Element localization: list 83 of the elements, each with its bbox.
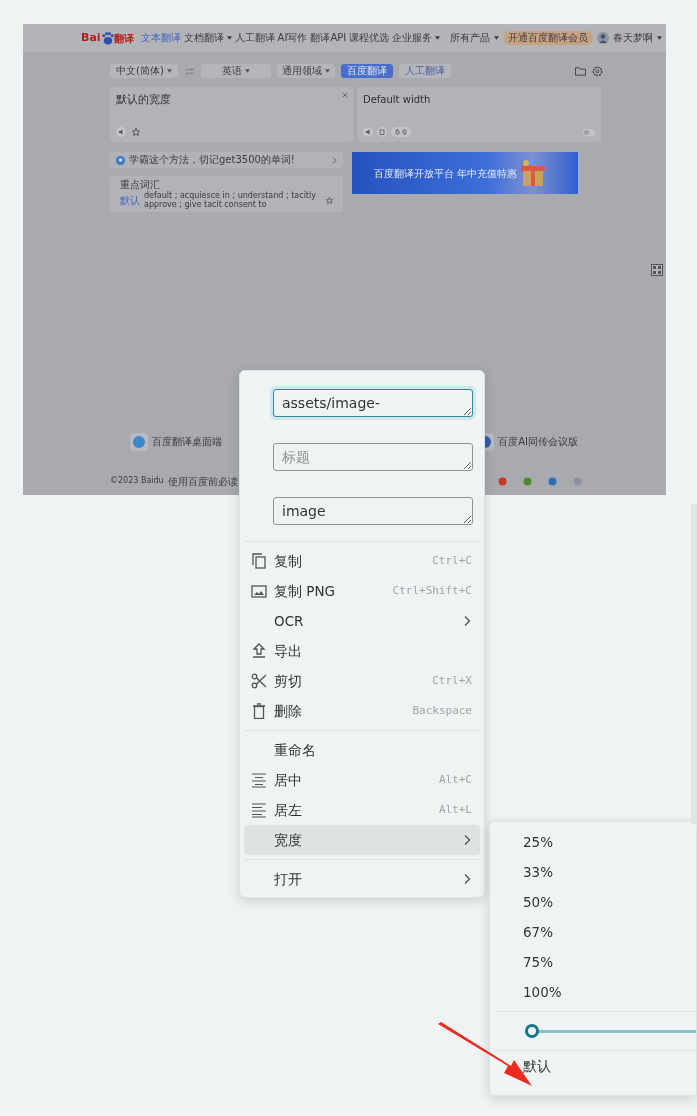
qr-code-icon[interactable] bbox=[651, 264, 663, 276]
input-field[interactable]: assets/image- bbox=[273, 389, 473, 417]
caret-icon[interactable] bbox=[226, 36, 232, 40]
align-center-icon bbox=[251, 772, 267, 788]
input-field[interactable]: 标题 bbox=[273, 443, 473, 471]
definition-tag: 默认 bbox=[120, 192, 140, 208]
app-icon[interactable] bbox=[130, 433, 148, 451]
copy-icon[interactable] bbox=[377, 127, 387, 137]
logo-text: Bai bbox=[81, 29, 101, 46]
caret-icon[interactable] bbox=[245, 69, 250, 73]
caret-icon[interactable] bbox=[325, 69, 330, 73]
user-name[interactable]: 春天梦啊 bbox=[613, 32, 653, 44]
nav-tab[interactable]: 翻译API bbox=[310, 32, 347, 44]
thumbs-icon[interactable] bbox=[391, 127, 411, 137]
caret-icon[interactable] bbox=[435, 36, 441, 40]
member-button[interactable]: 开通百度翻译会员 bbox=[503, 31, 593, 45]
menu-item[interactable]: 33% bbox=[490, 857, 696, 887]
star-icon[interactable] bbox=[132, 128, 140, 136]
menu-item[interactable]: 75% bbox=[490, 947, 696, 977]
menu-item[interactable]: 导出 bbox=[244, 636, 480, 666]
input-field[interactable]: image bbox=[273, 497, 473, 525]
nav-tab[interactable]: 企业服务 bbox=[392, 32, 433, 44]
products-menu[interactable]: 所有产品 bbox=[450, 32, 490, 44]
ad-banner[interactable]: 百度翻译开放平台 年中充值特惠 bbox=[352, 152, 578, 194]
menu-item[interactable]: 50% bbox=[490, 887, 696, 917]
slider-thumb[interactable] bbox=[525, 1024, 539, 1038]
nav-tab[interactable]: 文档翻译 bbox=[183, 32, 224, 44]
banner-title: 百度翻译开放平台 年中充值特惠 bbox=[374, 166, 518, 181]
menu-item[interactable]: 25% bbox=[490, 827, 696, 857]
speaker-icon[interactable] bbox=[116, 127, 126, 137]
definition-text: default ; acquiesce in ; understand ; tacitly approve ; give tacit consent to bbox=[144, 191, 317, 209]
menu-item[interactable]: 删除 Backspace bbox=[244, 696, 480, 726]
menu-item[interactable]: 宽度 bbox=[244, 825, 480, 855]
upload-icon bbox=[251, 643, 267, 659]
trash-icon bbox=[251, 703, 267, 719]
tip-bar[interactable]: 学霸这个方法，切记get3500的单词! bbox=[110, 152, 343, 168]
domain-select[interactable]: 通用领域 bbox=[277, 64, 335, 78]
app-name[interactable]: 百度翻译桌面端 bbox=[152, 436, 222, 448]
paw-icon bbox=[100, 31, 114, 45]
image-icon bbox=[251, 583, 267, 599]
footer-link[interactable]: ©2023 Baidu bbox=[110, 475, 164, 487]
caret-icon[interactable] bbox=[166, 69, 172, 73]
chevron-icon bbox=[332, 156, 337, 164]
menu-item[interactable]: 67% bbox=[490, 917, 696, 947]
input-panel[interactable]: 默认的宽度 bbox=[110, 87, 354, 142]
dictionary-title: 重点词汇 bbox=[120, 179, 161, 191]
caret-icon[interactable] bbox=[494, 36, 499, 40]
menu-item[interactable]: 默认 bbox=[490, 1051, 696, 1081]
nav-tab[interactable]: AI写作 bbox=[277, 32, 308, 44]
star-icon[interactable] bbox=[326, 196, 333, 204]
nav-tab[interactable]: 课程优选 bbox=[349, 32, 390, 44]
menu-item[interactable]: 复制 PNG Ctrl+Shift+C bbox=[244, 576, 480, 606]
close-icon[interactable] bbox=[342, 92, 348, 98]
input-text: 默认的宽度 bbox=[116, 92, 172, 108]
align-left-icon bbox=[251, 802, 267, 818]
settings-icon[interactable] bbox=[592, 65, 603, 77]
translate-button[interactable]: 百度翻译 bbox=[341, 64, 393, 78]
social-icon[interactable] bbox=[498, 476, 507, 486]
menu-item[interactable]: 复制 Ctrl+C bbox=[244, 546, 480, 576]
language-select[interactable]: 英语 bbox=[201, 64, 271, 78]
folder-icon[interactable] bbox=[575, 65, 586, 76]
menu-item[interactable]: OCR bbox=[244, 606, 480, 636]
gift-drawing bbox=[518, 158, 548, 188]
menu-item[interactable]: 居左 Alt+L bbox=[244, 795, 480, 825]
speaker-icon[interactable] bbox=[363, 127, 373, 137]
bulb-icon bbox=[116, 155, 125, 165]
footer-link[interactable]: 使用百度前必读 bbox=[167, 473, 238, 489]
avatar-icon bbox=[597, 32, 609, 44]
copy-icon bbox=[251, 553, 267, 569]
scissors-icon bbox=[251, 673, 267, 689]
output-text: Default width bbox=[363, 93, 432, 107]
social-icon[interactable] bbox=[548, 476, 557, 486]
menu-item[interactable]: 打开 bbox=[244, 864, 480, 894]
menu-item[interactable]: 重命名 bbox=[244, 735, 480, 765]
nav-tab[interactable]: 人工翻译 bbox=[234, 32, 275, 44]
menu-item[interactable]: 剪切 Ctrl+X bbox=[244, 666, 480, 696]
menu-item[interactable]: 居中 Alt+C bbox=[244, 765, 480, 795]
logo-text: 翻译 bbox=[113, 31, 134, 46]
language-select[interactable]: 中文(简体) bbox=[110, 64, 178, 78]
caret-icon[interactable] bbox=[657, 36, 662, 40]
toggle-icon[interactable] bbox=[583, 128, 595, 136]
app-name[interactable]: 百度AI同传会议版 bbox=[498, 436, 578, 448]
menu-item[interactable]: 100% bbox=[490, 977, 696, 1007]
